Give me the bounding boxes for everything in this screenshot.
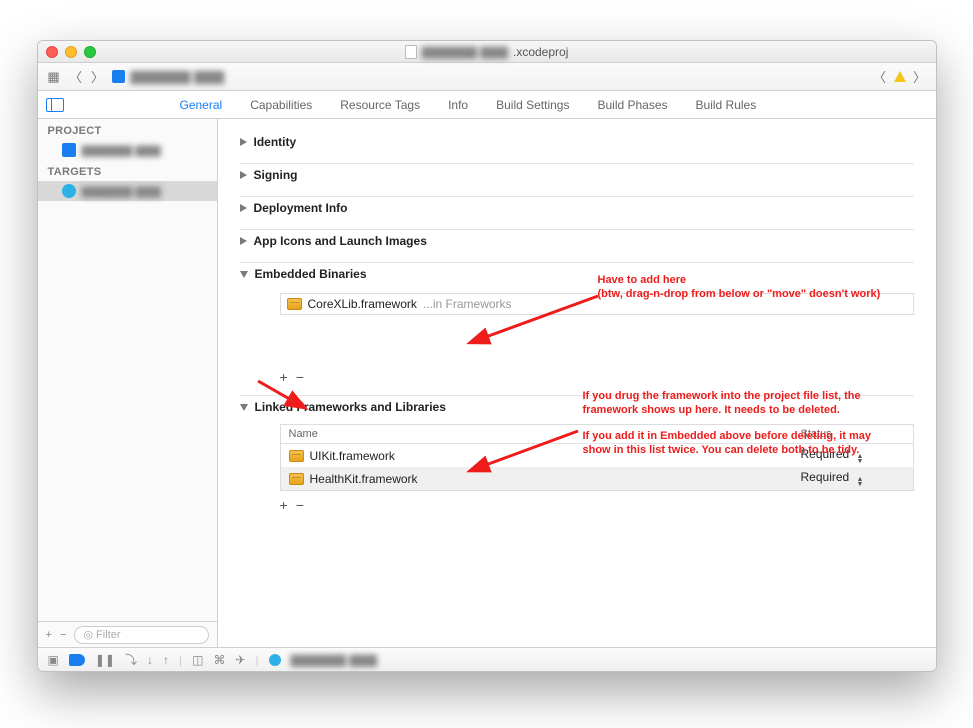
- target-editor-tabs: General Capabilities Resource Tags Info …: [38, 91, 936, 119]
- disclosure-icon: [240, 204, 247, 212]
- embedded-framework-name: CoreXLib.framework: [308, 297, 417, 311]
- stepper-icon[interactable]: ▲▼: [857, 454, 864, 464]
- linked-row[interactable]: HealthKit.framework Required ▲▼: [281, 467, 913, 490]
- zoom-window-button[interactable]: [84, 46, 96, 58]
- debug-process-name[interactable]: ▇▇▇▇▇▇ ▇▇▇: [291, 653, 377, 667]
- sidebar-heading-project: PROJECT: [38, 119, 217, 140]
- project-sidebar: PROJECT ▇▇▇▇▇▇ ▇▇▇ TARGETS ▇▇▇▇▇▇ ▇▇▇ + …: [38, 119, 218, 647]
- linked-framework-name: UIKit.framework: [310, 449, 395, 463]
- embedded-binary-row[interactable]: CoreXLib.framework ...in Frameworks: [280, 293, 914, 315]
- framework-icon: [289, 450, 304, 462]
- target-icon: [62, 184, 76, 198]
- window-title-suffix: .xcodeproj: [513, 45, 568, 59]
- step-over-icon[interactable]: ⤵: [125, 651, 137, 668]
- section-signing[interactable]: Signing: [240, 164, 914, 186]
- linked-add-button[interactable]: +: [280, 497, 288, 513]
- forward-small-icon[interactable]: 〉: [912, 69, 928, 85]
- tab-build-settings[interactable]: Build Settings: [496, 98, 569, 112]
- section-embedded[interactable]: Embedded Binaries: [240, 263, 914, 285]
- linked-frameworks-table: Name Status UIKit.framework Required ▲▼: [280, 424, 914, 491]
- linked-row[interactable]: UIKit.framework Required ▲▼: [281, 444, 913, 467]
- step-out-icon[interactable]: ↑: [163, 653, 169, 667]
- navigator-toolbar: ▦ 〈 〉 ▇▇▇▇▇▇ ▇▇▇ 〈 〉: [38, 63, 936, 91]
- grid-icon[interactable]: ▦: [46, 69, 62, 85]
- tab-resource-tags[interactable]: Resource Tags: [340, 98, 420, 112]
- tab-build-rules[interactable]: Build Rules: [696, 98, 757, 112]
- sidebar-footer: + − ◎ Filter: [38, 621, 217, 647]
- embedded-remove-button[interactable]: −: [296, 369, 304, 385]
- sidebar-target-item[interactable]: ▇▇▇▇▇▇ ▇▇▇: [38, 181, 217, 201]
- section-appicons[interactable]: App Icons and Launch Images: [240, 230, 914, 252]
- console-toggle-icon[interactable]: ▣: [48, 653, 59, 667]
- disclosure-open-icon: [240, 404, 248, 411]
- tab-build-phases[interactable]: Build Phases: [597, 98, 667, 112]
- linked-col-name: Name: [281, 425, 793, 443]
- filter-input[interactable]: ◎ Filter: [74, 626, 208, 644]
- disclosure-icon: [240, 138, 247, 146]
- step-into-icon[interactable]: ↓: [147, 653, 153, 667]
- tab-general[interactable]: General: [180, 98, 223, 112]
- sidebar-project-name: ▇▇▇▇▇▇ ▇▇▇: [82, 144, 161, 157]
- close-window-button[interactable]: [46, 46, 58, 58]
- disclosure-icon: [240, 171, 247, 179]
- disclosure-open-icon: [240, 271, 248, 278]
- embedded-add-button[interactable]: +: [280, 369, 288, 385]
- filter-icon: ◎: [83, 628, 93, 641]
- minimize-window-button[interactable]: [65, 46, 77, 58]
- tab-capabilities[interactable]: Capabilities: [250, 98, 312, 112]
- back-small-icon[interactable]: 〈: [872, 69, 888, 85]
- sidebar-toggle-icon[interactable]: [46, 98, 64, 112]
- section-identity[interactable]: Identity: [240, 131, 914, 153]
- embedded-framework-path: ...in Frameworks: [423, 297, 512, 311]
- file-icon: [405, 45, 417, 59]
- sidebar-project-item[interactable]: ▇▇▇▇▇▇ ▇▇▇: [38, 140, 217, 160]
- linked-status[interactable]: Required: [801, 447, 850, 461]
- warning-icon[interactable]: [894, 71, 906, 82]
- linked-status[interactable]: Required: [801, 470, 850, 484]
- xcode-window: ▇▇▇▇▇▇ ▇▇▇ .xcodeproj ▦ 〈 〉 ▇▇▇▇▇▇ ▇▇▇ 〈…: [37, 40, 937, 672]
- section-deployment[interactable]: Deployment Info: [240, 197, 914, 219]
- memory-graph-icon[interactable]: ⌘: [213, 653, 225, 667]
- stepper-icon[interactable]: ▲▼: [857, 477, 864, 487]
- process-icon: [269, 654, 281, 666]
- sidebar-target-name: ▇▇▇▇▇▇ ▇▇▇: [82, 185, 161, 198]
- breadcrumb-item[interactable]: ▇▇▇▇▇▇ ▇▇▇: [131, 69, 225, 85]
- section-linked[interactable]: Linked Frameworks and Libraries: [240, 396, 914, 418]
- framework-icon: [287, 298, 302, 310]
- add-target-button[interactable]: +: [46, 629, 52, 641]
- back-icon[interactable]: 〈: [68, 69, 84, 85]
- location-icon[interactable]: ✈: [235, 653, 245, 667]
- editor-main: Identity Signing Deployment Info: [218, 119, 936, 647]
- forward-icon[interactable]: 〉: [90, 69, 106, 85]
- tab-info[interactable]: Info: [448, 98, 468, 112]
- titlebar: ▇▇▇▇▇▇ ▇▇▇ .xcodeproj: [38, 41, 936, 63]
- remove-target-button[interactable]: −: [60, 629, 66, 641]
- disclosure-icon: [240, 237, 247, 245]
- linked-framework-name: HealthKit.framework: [310, 472, 418, 486]
- pause-icon[interactable]: ❚❚: [95, 653, 115, 667]
- debug-bar: ▣ ❚❚ ⤵ ↓ ↑ | ◫ ⌘ ✈ | ▇▇▇▇▇▇ ▇▇▇: [38, 647, 936, 671]
- breakpoint-tag-icon[interactable]: [69, 654, 85, 666]
- project-icon: [62, 143, 76, 157]
- window-title-blurred: ▇▇▇▇▇▇ ▇▇▇: [422, 45, 508, 59]
- project-icon: [112, 70, 125, 83]
- filter-placeholder: Filter: [96, 629, 120, 641]
- sidebar-heading-targets: TARGETS: [38, 160, 217, 181]
- view-debug-icon[interactable]: ◫: [192, 653, 203, 667]
- linked-remove-button[interactable]: −: [296, 497, 304, 513]
- linked-col-status: Status: [793, 425, 913, 443]
- framework-icon: [289, 473, 304, 485]
